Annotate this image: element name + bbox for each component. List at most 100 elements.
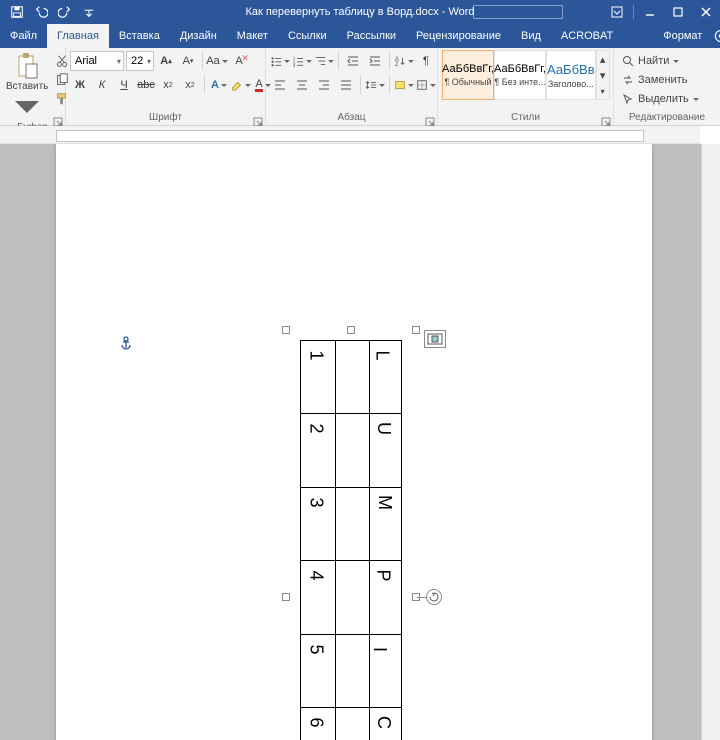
multilevel-button[interactable] — [314, 51, 334, 71]
highlight-button[interactable] — [231, 75, 251, 95]
tab-layout[interactable]: Макет — [227, 24, 278, 48]
cursor-icon — [622, 93, 634, 105]
table-row[interactable]: 1L — [301, 341, 401, 414]
tab-insert[interactable]: Вставка — [109, 24, 170, 48]
replace-button[interactable]: Заменить — [618, 71, 691, 89]
cell-number: 2 — [306, 424, 327, 434]
text-effects-button[interactable]: A — [209, 75, 229, 95]
tab-mailings[interactable]: Рассылки — [337, 24, 406, 48]
select-button[interactable]: Выделить — [618, 90, 703, 108]
cell-number: 6 — [306, 718, 327, 728]
save-button[interactable] — [8, 3, 26, 21]
find-button[interactable]: Найти — [618, 52, 683, 70]
qat-customize-button[interactable] — [80, 3, 98, 21]
italic-button[interactable]: К — [92, 75, 112, 95]
quick-access-toolbar — [0, 3, 106, 21]
minimize-button[interactable] — [636, 0, 664, 24]
style-sample: АаБбВвГг, — [494, 63, 546, 75]
line-spacing-button[interactable] — [365, 75, 385, 95]
clear-format-button[interactable]: A✕ — [229, 51, 249, 71]
decrease-indent-button[interactable] — [343, 51, 363, 71]
account-area[interactable] — [473, 5, 563, 19]
tab-home[interactable]: Главная — [47, 24, 109, 48]
align-left-button[interactable] — [270, 75, 290, 95]
styles-scroll-down[interactable]: ▾ — [597, 67, 609, 83]
align-center-button[interactable] — [292, 75, 312, 95]
styles-expand[interactable]: ▾ — [597, 83, 609, 99]
cell-letter: U — [373, 422, 394, 435]
select-label: Выделить — [638, 93, 689, 105]
borders-button[interactable] — [416, 75, 436, 95]
cell-letter: L — [372, 350, 393, 360]
change-case-button[interactable]: Aa — [207, 51, 227, 71]
svg-text:3: 3 — [293, 63, 296, 68]
svg-text:Z: Z — [395, 62, 399, 68]
show-marks-button[interactable]: ¶ — [416, 51, 436, 71]
tell-me-icon[interactable] — [712, 27, 720, 45]
bold-button[interactable]: Ж — [70, 75, 90, 95]
rotated-table[interactable]: 1L 2U 3M 4P 5I 6C 7S — [300, 340, 402, 740]
group-clipboard: Вставить Буфер обме... — [0, 48, 66, 125]
text-frame[interactable]: 1L 2U 3M 4P 5I 6C 7S — [286, 330, 416, 740]
underline-button[interactable]: Ч — [114, 75, 134, 95]
shrink-font-button[interactable]: A▾ — [178, 51, 198, 71]
maximize-button[interactable] — [664, 0, 692, 24]
undo-button[interactable] — [32, 3, 50, 21]
sort-button[interactable]: AZ — [394, 51, 414, 71]
paragraph-dialog-launcher[interactable] — [425, 114, 435, 124]
font-group-label: Шрифт — [70, 111, 261, 125]
redo-button[interactable] — [56, 3, 74, 21]
style-heading[interactable]: АаБбВв Заголово... — [546, 50, 596, 100]
resize-handle-tc[interactable] — [347, 326, 355, 334]
grow-font-button[interactable]: A▴ — [156, 51, 176, 71]
table-row[interactable]: 4P — [301, 561, 401, 634]
clipboard-dialog-launcher[interactable] — [53, 114, 63, 124]
search-icon — [622, 55, 634, 67]
bullets-button[interactable] — [270, 51, 290, 71]
tab-design[interactable]: Дизайн — [170, 24, 227, 48]
group-paragraph: 123 AZ ¶ Абзац — [266, 48, 438, 125]
style-no-spacing[interactable]: АаБбВвГг, ¶ Без инте... — [494, 50, 546, 100]
numbering-button[interactable]: 123 — [292, 51, 312, 71]
tab-review[interactable]: Рецензирование — [406, 24, 511, 48]
tab-acrobat[interactable]: ACROBAT — [551, 24, 623, 48]
style-normal[interactable]: АаБбВвГг, ¶ Обычный — [442, 50, 494, 100]
styles-dialog-launcher[interactable] — [601, 114, 611, 124]
shading-button[interactable] — [394, 75, 414, 95]
tab-references[interactable]: Ссылки — [278, 24, 337, 48]
table-row[interactable]: 6C — [301, 708, 401, 740]
tab-view[interactable]: Вид — [511, 24, 551, 48]
ribbon-display-button[interactable] — [603, 0, 631, 24]
ribbon-tabs: Файл Главная Вставка Дизайн Макет Ссылки… — [0, 24, 720, 48]
table-row[interactable]: 2U — [301, 414, 401, 487]
resize-handle-ml[interactable] — [282, 593, 290, 601]
rotate-handle[interactable] — [426, 589, 442, 605]
subscript-button[interactable]: x2 — [158, 75, 178, 95]
superscript-button[interactable]: x2 — [180, 75, 200, 95]
tab-file[interactable]: Файл — [0, 24, 47, 48]
scrollbar-vertical[interactable] — [704, 146, 718, 246]
style-sample: АаБбВв — [547, 62, 595, 77]
increase-indent-button[interactable] — [365, 51, 385, 71]
style-sample: АаБбВвГг, — [442, 63, 494, 75]
cell-letter: M — [374, 495, 395, 510]
resize-handle-tr[interactable] — [412, 326, 420, 334]
cell-number: 1 — [306, 350, 327, 360]
layout-options-button[interactable] — [424, 330, 446, 348]
resize-handle-tl[interactable] — [282, 326, 290, 334]
font-dialog-launcher[interactable] — [253, 114, 263, 124]
replace-icon — [622, 74, 634, 86]
editing-group-label: Редактирование — [618, 111, 716, 125]
font-name-combo[interactable]: Arial▾ — [70, 51, 124, 71]
table-row[interactable]: 5I — [301, 635, 401, 708]
table-row[interactable]: 3M — [301, 488, 401, 561]
align-right-button[interactable] — [314, 75, 334, 95]
font-size-combo[interactable]: 22▾ — [126, 51, 154, 71]
strike-button[interactable]: abc — [136, 75, 156, 95]
tab-format[interactable]: Формат — [653, 24, 712, 48]
justify-button[interactable] — [336, 75, 356, 95]
paste-button[interactable]: Вставить — [4, 50, 50, 121]
close-button[interactable] — [692, 0, 720, 24]
styles-scroll-up[interactable]: ▴ — [597, 51, 609, 67]
ruler-horizontal[interactable] — [0, 126, 700, 144]
